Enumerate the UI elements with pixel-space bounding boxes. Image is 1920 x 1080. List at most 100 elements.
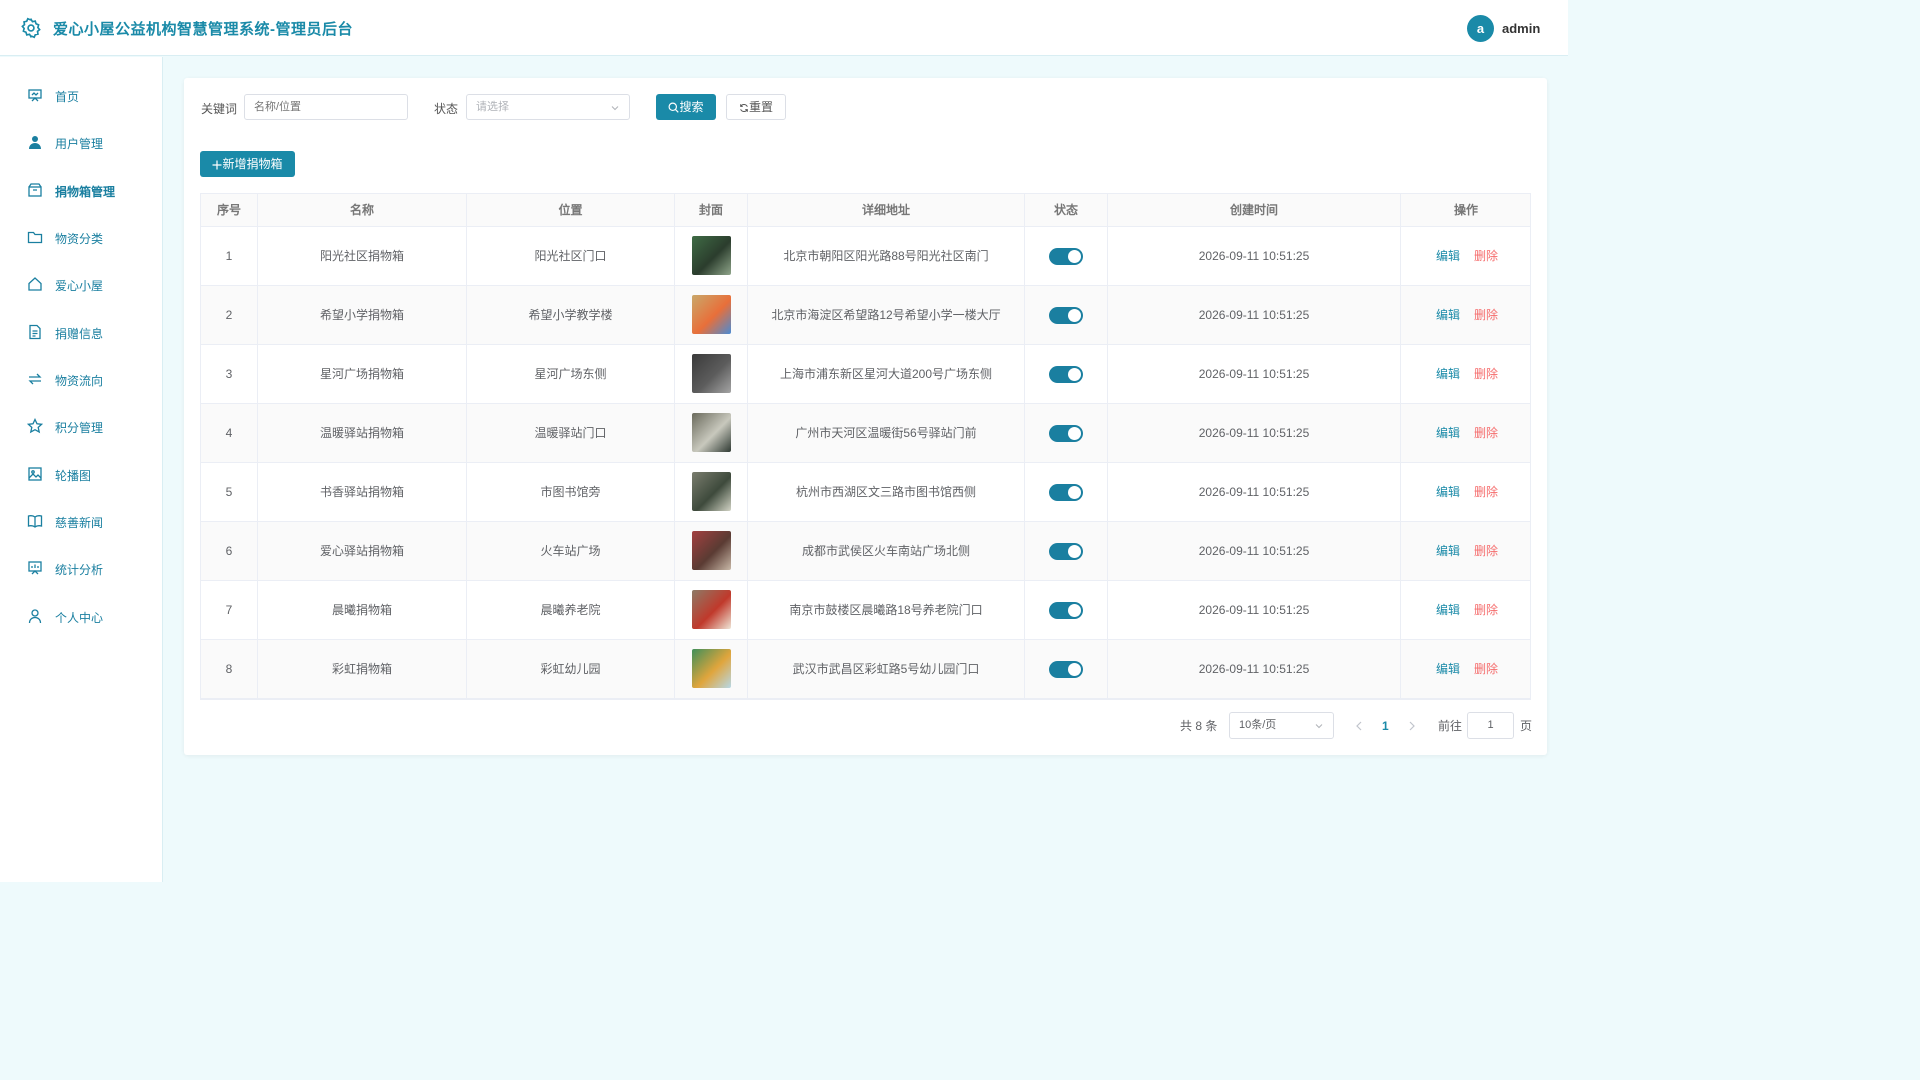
sidebar-item-label: 捐物箱管理 xyxy=(55,185,116,199)
status-toggle[interactable] xyxy=(1049,484,1083,501)
location-cell: 星河广场东侧 xyxy=(467,345,675,403)
edit-link[interactable]: 编辑 xyxy=(1436,581,1460,639)
sidebar-item-label: 用户管理 xyxy=(55,137,104,151)
status-toggle[interactable] xyxy=(1049,366,1083,383)
delete-link[interactable]: 删除 xyxy=(1474,640,1498,698)
no-cell: 1 xyxy=(201,227,258,285)
cover-thumbnail[interactable] xyxy=(692,590,731,629)
sidebar-item-donation-box[interactable]: 捐物箱管理 xyxy=(0,170,162,210)
sidebar-item-label: 轮播图 xyxy=(55,469,92,483)
flow-icon xyxy=(28,373,42,385)
delete-link[interactable]: 删除 xyxy=(1474,522,1498,580)
status-toggle[interactable] xyxy=(1049,248,1083,265)
delete-link[interactable]: 删除 xyxy=(1474,404,1498,462)
name-cell: 希望小学捐物箱 xyxy=(258,286,467,344)
sidebar-item-points[interactable]: 积分管理 xyxy=(0,406,162,446)
delete-link[interactable]: 删除 xyxy=(1474,581,1498,639)
cover-thumbnail[interactable] xyxy=(692,236,731,275)
toggle-knob xyxy=(1068,486,1081,499)
cover-thumbnail[interactable] xyxy=(692,531,731,570)
status-select-placeholder: 请选择 xyxy=(476,101,509,113)
created-cell: 2026-09-11 10:51:25 xyxy=(1108,522,1401,580)
status-toggle[interactable] xyxy=(1049,307,1083,324)
no-cell: 3 xyxy=(201,345,258,403)
location-cell: 晨曦养老院 xyxy=(467,581,675,639)
status-toggle[interactable] xyxy=(1049,661,1083,678)
gear-icon[interactable] xyxy=(20,17,42,39)
sidebar-item-statistics[interactable]: 统计分析 xyxy=(0,548,162,588)
sidebar-item-donations[interactable]: 捐赠信息 xyxy=(0,312,162,352)
address-cell: 成都市武侯区火车南站广场北侧 xyxy=(748,522,1025,580)
edit-link[interactable]: 编辑 xyxy=(1436,522,1460,580)
avatar[interactable]: a xyxy=(1467,15,1494,42)
delete-link[interactable]: 删除 xyxy=(1474,463,1498,521)
location-cell: 希望小学教学楼 xyxy=(467,286,675,344)
cover-thumbnail[interactable] xyxy=(692,413,731,452)
status-toggle[interactable] xyxy=(1049,543,1083,560)
toggle-knob xyxy=(1068,545,1081,558)
add-donation-box-button[interactable]: 新增捐物箱 xyxy=(200,151,295,177)
box-icon xyxy=(28,183,42,197)
chevron-down-icon xyxy=(611,106,619,111)
cover-thumbnail[interactable] xyxy=(692,295,731,334)
edit-link[interactable]: 编辑 xyxy=(1436,286,1460,344)
person-icon xyxy=(28,609,42,624)
edit-link[interactable]: 编辑 xyxy=(1436,345,1460,403)
cover-thumbnail[interactable] xyxy=(692,472,731,511)
edit-link[interactable]: 编辑 xyxy=(1436,640,1460,698)
chevron-left-icon[interactable] xyxy=(1355,721,1363,731)
goto-page-input[interactable]: 1 xyxy=(1467,712,1514,739)
sidebar-item-flow[interactable]: 物资流向 xyxy=(0,359,162,399)
cover-thumbnail[interactable] xyxy=(692,649,731,688)
location-cell: 市图书馆旁 xyxy=(467,463,675,521)
page-size-select[interactable]: 10条/页 xyxy=(1229,712,1334,739)
location-cell: 火车站广场 xyxy=(467,522,675,580)
actions-cell: 编辑 删除 xyxy=(1401,581,1531,639)
edit-link[interactable]: 编辑 xyxy=(1436,404,1460,462)
delete-link[interactable]: 删除 xyxy=(1474,286,1498,344)
created-cell: 2026-09-11 10:51:25 xyxy=(1108,463,1401,521)
name-cell: 阳光社区捐物箱 xyxy=(258,227,467,285)
chevron-right-icon[interactable] xyxy=(1408,721,1416,731)
delete-link[interactable]: 删除 xyxy=(1474,345,1498,403)
sidebar-item-carousel[interactable]: 轮播图 xyxy=(0,454,162,494)
status-toggle[interactable] xyxy=(1049,425,1083,442)
image-icon xyxy=(28,467,42,481)
column-header: 序号 xyxy=(201,194,258,227)
no-cell: 6 xyxy=(201,522,258,580)
sidebar-item-label: 物资分类 xyxy=(55,232,104,246)
edit-link[interactable]: 编辑 xyxy=(1436,227,1460,285)
status-toggle[interactable] xyxy=(1049,602,1083,619)
delete-link[interactable]: 删除 xyxy=(1474,227,1498,285)
column-header: 名称 xyxy=(258,194,467,227)
no-cell: 2 xyxy=(201,286,258,344)
sidebar-item-users[interactable]: 用户管理 xyxy=(0,122,162,162)
cover-thumbnail[interactable] xyxy=(692,354,731,393)
keyword-input[interactable] xyxy=(244,94,408,120)
keyword-label: 关键词 xyxy=(201,102,238,116)
status-cell xyxy=(1025,522,1108,580)
sidebar-item-love-house[interactable]: 爱心小屋 xyxy=(0,264,162,304)
toggle-knob xyxy=(1068,604,1081,617)
actions-cell: 编辑 删除 xyxy=(1401,640,1531,698)
sidebar-item-categories[interactable]: 物资分类 xyxy=(0,217,162,257)
status-select[interactable]: 请选择 xyxy=(466,94,630,120)
sidebar-item-home[interactable]: 首页 xyxy=(0,75,162,115)
search-button[interactable]: 搜索 xyxy=(656,94,716,120)
address-cell: 北京市海淀区希望路12号希望小学一楼大厅 xyxy=(748,286,1025,344)
current-page[interactable]: 1 xyxy=(1382,712,1389,740)
cover-cell xyxy=(675,404,748,462)
edit-link[interactable]: 编辑 xyxy=(1436,463,1460,521)
dashboard-icon xyxy=(28,89,42,102)
address-cell: 广州市天河区温暖街56号驿站门前 xyxy=(748,404,1025,462)
reset-button[interactable]: 重置 xyxy=(726,94,786,120)
page-size-value: 10条/页 xyxy=(1239,719,1277,731)
plus-icon xyxy=(212,160,222,170)
sidebar-item-news[interactable]: 慈善新闻 xyxy=(0,501,162,541)
username[interactable]: admin xyxy=(1502,21,1540,36)
created-cell: 2026-09-11 10:51:25 xyxy=(1108,581,1401,639)
sidebar-item-profile[interactable]: 个人中心 xyxy=(0,596,162,636)
table-row: 1 阳光社区捐物箱 阳光社区门口 北京市朝阳区阳光路88号阳光社区南门 2026-09-… xyxy=(201,227,1530,286)
location-cell: 阳光社区门口 xyxy=(467,227,675,285)
table-row: 7 晨曦捐物箱 晨曦养老院 南京市鼓楼区晨曦路18号养老院门口 2026-09-11 1… xyxy=(201,581,1530,640)
